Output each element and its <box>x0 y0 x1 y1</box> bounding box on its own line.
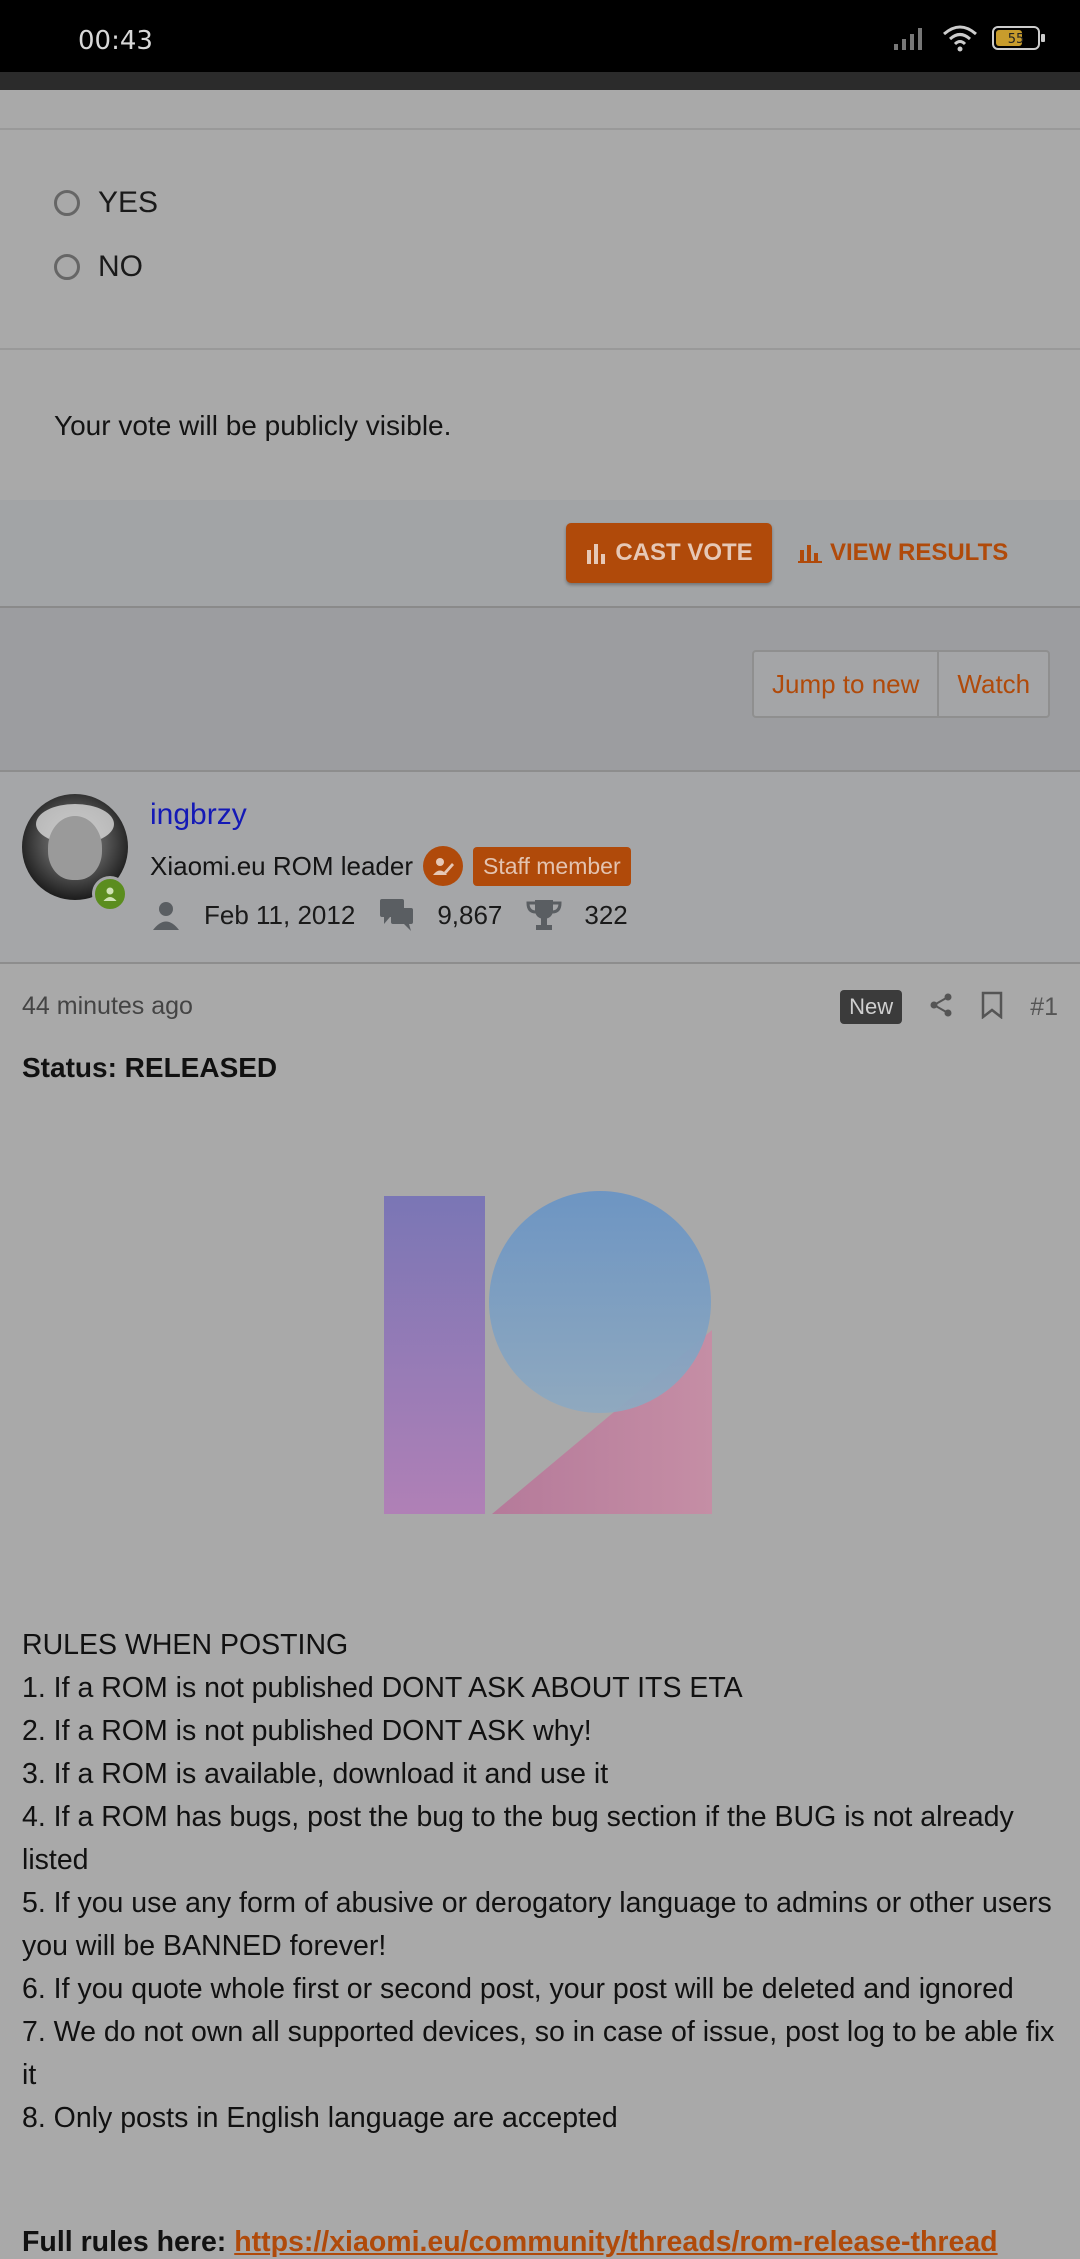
rule-item: 3. If a ROM is available, download it an… <box>22 1758 609 1790</box>
bar-chart-icon <box>798 545 822 563</box>
radio-icon[interactable] <box>54 254 80 280</box>
post-meta-actions: New #1 <box>840 990 1058 1024</box>
miui-12-logo <box>384 1191 712 1514</box>
rule-item: 6. If you quote whole first or second po… <box>22 1973 1014 2005</box>
trophy-icon <box>526 900 562 930</box>
rules-heading: RULES WHEN POSTING <box>22 1629 349 1661</box>
messages-count: 9,867 <box>437 899 503 930</box>
rule-item: 8. Only posts in English language are ac… <box>22 2102 618 2134</box>
poll-option-no[interactable]: NO <box>54 250 143 284</box>
watch-button[interactable]: Watch <box>937 652 1048 716</box>
cast-vote-label: CAST VOTE <box>615 539 753 566</box>
view-results-label: VIEW RESULTS <box>830 539 1009 566</box>
author-card: ingbrzy Xiaomi.eu ROM leader Staff membe… <box>0 772 1080 964</box>
cast-vote-button[interactable]: CAST VOTE <box>566 523 772 583</box>
rule-item: 1. If a ROM is not published DONT ASK AB… <box>22 1672 743 1704</box>
share-icon[interactable] <box>928 992 954 1023</box>
full-rules-link[interactable]: https://xiaomi.eu/community/threads/rom-… <box>234 2226 997 2258</box>
svg-text:55: 55 <box>1008 32 1025 47</box>
rule-item: 7. We do not own all supported devices, … <box>22 2016 1055 2091</box>
staff-badge-icon <box>423 846 463 886</box>
bookmark-icon[interactable] <box>980 991 1004 1024</box>
battery-icon: 55 <box>992 25 1046 56</box>
poll-options: YES NO <box>0 130 1080 348</box>
messages-icon <box>380 899 414 931</box>
radio-icon[interactable] <box>54 190 80 216</box>
post-status: Status: RELEASED <box>22 1052 278 1083</box>
poll-visibility-note: Your vote will be publicly visible. <box>54 410 452 441</box>
rule-item: 2. If a ROM is not published DONT ASK wh… <box>22 1715 592 1747</box>
poll-actions: CAST VOTE VIEW RESULTS <box>0 500 1080 608</box>
new-badge: New <box>840 990 903 1024</box>
poll-option-label: NO <box>98 250 143 283</box>
thread-button-group: Jump to new Watch <box>752 650 1051 718</box>
post: 44 minutes ago New #1 Status: RELEASED R… <box>0 964 1080 2258</box>
author-title-row: Xiaomi.eu ROM leader Staff member <box>150 846 631 886</box>
poll-note: Your vote will be publicly visible. <box>0 348 1080 502</box>
header-shadow <box>0 72 1080 90</box>
author-name[interactable]: ingbrzy <box>150 798 247 832</box>
bar-chart-icon <box>587 544 606 564</box>
jump-to-new-button[interactable]: Jump to new <box>754 652 937 716</box>
full-rules-label: Full rules here: <box>22 2226 227 2258</box>
poll-option-yes[interactable]: YES <box>54 186 158 220</box>
messages-stat: 9,867 <box>379 898 502 932</box>
wifi-icon <box>942 24 978 57</box>
signal-icon <box>892 24 928 57</box>
staff-member-badge: Staff member <box>473 846 631 886</box>
post-time[interactable]: 44 minutes ago <box>22 992 193 1021</box>
avatar-face <box>48 816 102 880</box>
author-stats: Feb 11, 2012 9,867 322 <box>150 898 652 932</box>
joined-date: Feb 11, 2012 <box>204 899 356 930</box>
user-icon <box>153 902 179 930</box>
rule-item: 5. If you use any form of abusive or der… <box>22 1887 1052 1962</box>
post-number[interactable]: #1 <box>1030 993 1058 1022</box>
online-status-icon <box>92 876 128 912</box>
joined-stat: Feb 11, 2012 <box>150 899 355 931</box>
status-time: 00:43 <box>78 26 153 56</box>
view-results-button[interactable]: VIEW RESULTS <box>798 523 1008 583</box>
thread-actions: Jump to new Watch <box>0 608 1080 772</box>
trophies-count: 322 <box>584 899 628 930</box>
rule-item: 4. If a ROM has bugs, post the bug to th… <box>22 1801 1014 1876</box>
full-rules-line: Full rules here: https://xiaomi.eu/commu… <box>22 2226 998 2259</box>
poll-header <box>0 90 1080 130</box>
posting-rules: RULES WHEN POSTING 1. If a ROM is not pu… <box>22 1624 1062 2140</box>
poll-option-label: YES <box>98 186 159 219</box>
trophies-stat: 322 <box>526 898 628 932</box>
author-title: Xiaomi.eu ROM leader <box>150 850 413 881</box>
